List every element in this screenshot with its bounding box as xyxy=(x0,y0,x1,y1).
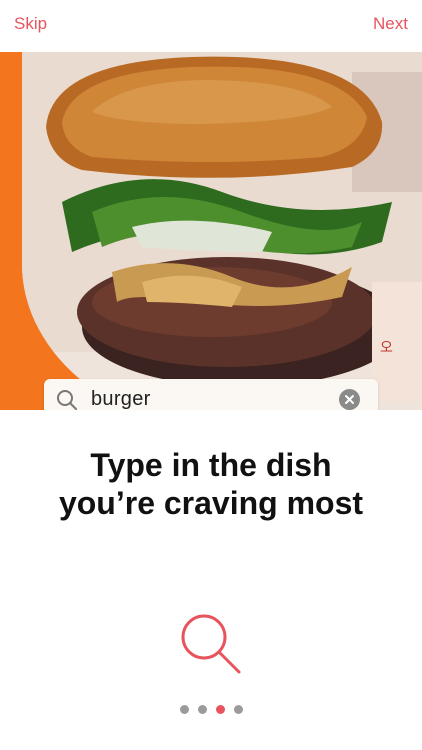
clear-icon[interactable] xyxy=(339,389,360,410)
search-field[interactable]: burger xyxy=(44,379,378,410)
headline-line-1: Type in the dish xyxy=(90,447,332,483)
page-dot-4[interactable] xyxy=(233,705,243,714)
skip-button[interactable]: Skip xyxy=(14,14,47,34)
burger-photo: 오 xyxy=(22,52,422,410)
headline-line-2: you’re craving most xyxy=(58,485,364,521)
onboarding-screen: Skip Next 오 burger Type in the dish you’… xyxy=(0,0,422,750)
onboarding-headline: Type in the dish you’re craving most xyxy=(0,446,422,522)
search-icon xyxy=(181,614,241,674)
page-dot-2[interactable] xyxy=(197,705,207,714)
search-input-value[interactable]: burger xyxy=(91,388,151,410)
next-button[interactable]: Next xyxy=(373,14,408,34)
page-indicator xyxy=(0,705,422,714)
hero-banner: 오 burger xyxy=(0,52,422,410)
page-dot-3-active[interactable] xyxy=(215,705,225,714)
search-icon xyxy=(57,390,77,410)
page-dot-1[interactable] xyxy=(179,705,189,714)
svg-text:오: 오 xyxy=(380,339,393,355)
